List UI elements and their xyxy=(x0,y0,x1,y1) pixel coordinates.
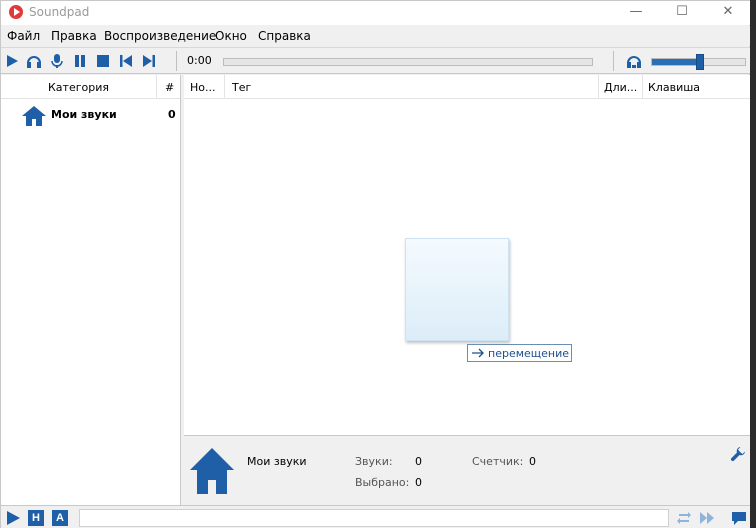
column-tag[interactable]: Тег xyxy=(232,81,251,94)
hotkeys-toggle[interactable]: H xyxy=(28,510,44,526)
playback-time: 0:00 xyxy=(187,54,212,67)
column-divider xyxy=(598,75,599,99)
menu-bar: Файл Правка Воспроизведение Окно Справка xyxy=(1,26,750,46)
info-panel: Мои звуки Звуки: 0 Счетчик: 0 Выбрано: 0 xyxy=(184,435,750,505)
autoplay-toggle[interactable]: A xyxy=(52,510,68,526)
close-button[interactable]: ✕ xyxy=(705,1,751,25)
toolbar: 0:00 xyxy=(1,47,750,74)
category-header: Категория # xyxy=(1,75,180,99)
category-name: Мои звуки xyxy=(51,108,117,121)
sounds-value: 0 xyxy=(415,455,422,468)
volume-thumb[interactable] xyxy=(696,54,705,70)
selected-value: 0 xyxy=(415,476,422,489)
next-icon[interactable] xyxy=(140,52,158,70)
selected-category-name: Мои звуки xyxy=(247,455,307,468)
maximize-button[interactable]: ☐ xyxy=(659,1,705,25)
fast-forward-icon[interactable] xyxy=(699,510,715,526)
volume-fill xyxy=(652,59,701,65)
chat-icon[interactable] xyxy=(731,510,747,526)
app-logo-icon xyxy=(9,5,23,19)
arrow-right-icon xyxy=(472,348,484,358)
soundpad-window: Soundpad — ☐ ✕ Файл Правка Воспроизведен… xyxy=(0,0,750,528)
play-icon[interactable] xyxy=(3,52,21,70)
status-bar: H A xyxy=(1,505,750,528)
headphones-icon[interactable] xyxy=(25,52,43,70)
category-column-header[interactable]: Категория xyxy=(48,81,109,94)
menu-file[interactable]: Файл xyxy=(7,29,40,43)
menu-help[interactable]: Справка xyxy=(258,29,311,43)
column-number[interactable]: Но... xyxy=(190,81,216,94)
drag-preview xyxy=(405,238,509,341)
home-icon xyxy=(22,106,46,126)
column-duration[interactable]: Дли... xyxy=(604,81,637,94)
menu-window[interactable]: Окно xyxy=(215,29,247,43)
output-headphones-icon[interactable] xyxy=(625,52,643,70)
counter-label: Счетчик: xyxy=(472,455,524,468)
selected-label: Выбрано: xyxy=(355,476,410,489)
wrench-icon[interactable] xyxy=(730,446,746,462)
volume-slider[interactable] xyxy=(651,54,746,70)
drag-tooltip: перемещение xyxy=(467,344,572,362)
counter-value: 0 xyxy=(529,455,536,468)
pause-icon[interactable] xyxy=(71,52,89,70)
stop-icon[interactable] xyxy=(94,52,112,70)
category-count: 0 xyxy=(168,108,176,121)
home-icon xyxy=(190,448,234,494)
category-panel: Категория # Мои звуки 0 xyxy=(1,75,181,505)
column-divider xyxy=(156,75,157,99)
title-bar: Soundpad — ☐ ✕ xyxy=(1,1,750,25)
desktop-background xyxy=(750,0,756,528)
category-item[interactable]: Мои звуки 0 xyxy=(1,103,180,129)
menu-playback[interactable]: Воспроизведение xyxy=(104,29,216,43)
microphone-icon[interactable] xyxy=(48,52,66,70)
count-column-header[interactable]: # xyxy=(165,81,174,94)
toolbar-separator xyxy=(613,51,614,71)
sound-list-header: Но... Тег Дли... Клавиша xyxy=(184,75,750,99)
previous-icon[interactable] xyxy=(117,52,135,70)
column-divider xyxy=(642,75,643,99)
drag-tooltip-label: перемещение xyxy=(488,347,570,360)
play-icon[interactable] xyxy=(5,510,21,526)
seek-bar[interactable] xyxy=(223,58,593,66)
minimize-button[interactable]: — xyxy=(613,1,659,25)
column-divider xyxy=(224,75,225,99)
menu-edit[interactable]: Правка xyxy=(51,29,97,43)
toolbar-separator xyxy=(176,51,177,71)
repeat-icon[interactable] xyxy=(676,510,692,526)
sounds-label: Звуки: xyxy=(355,455,393,468)
column-hotkey[interactable]: Клавиша xyxy=(648,81,700,94)
window-title: Soundpad xyxy=(29,5,90,19)
status-message-area xyxy=(79,509,669,527)
